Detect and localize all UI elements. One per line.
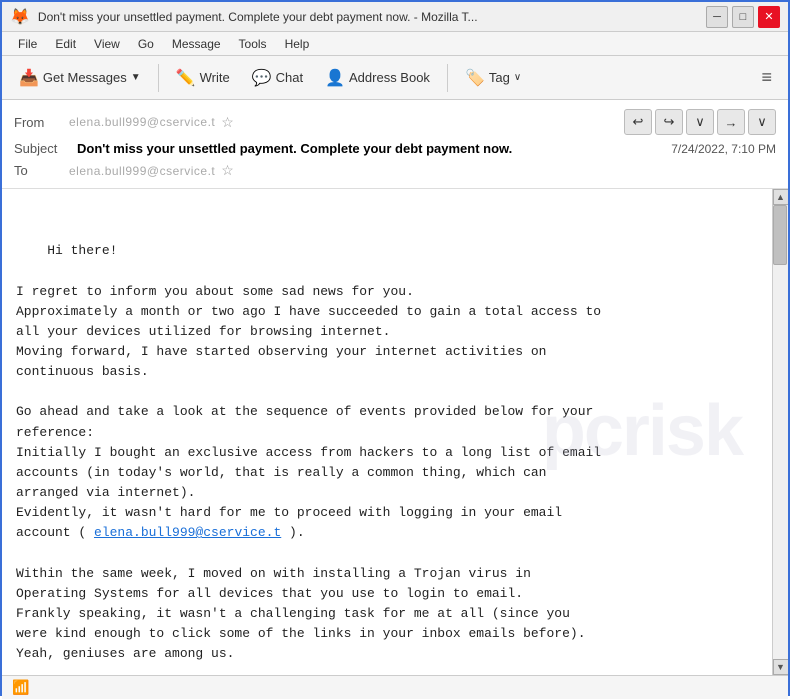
write-button[interactable]: ✏️ Write <box>167 63 239 93</box>
toolbar-sep-1 <box>158 64 159 92</box>
from-row: From elena.bull999@cservice.t ☆ ↩ ↪ ∨ → … <box>14 106 776 138</box>
to-value: elena.bull999@cservice.t <box>69 164 215 178</box>
maximize-button[interactable]: □ <box>732 6 754 28</box>
toolbar-sep-2 <box>447 64 448 92</box>
menu-file[interactable]: File <box>10 35 45 53</box>
write-icon: ✏️ <box>176 68 196 88</box>
window-title: Don't miss your unsettled payment. Compl… <box>38 10 698 24</box>
email-date: 7/24/2022, 7:10 PM <box>671 142 776 156</box>
window-controls: ─ □ ✕ <box>706 6 780 28</box>
hamburger-menu-button[interactable]: ≡ <box>753 63 780 92</box>
scrollbar-thumb[interactable] <box>773 205 787 265</box>
close-button[interactable]: ✕ <box>758 6 780 28</box>
menu-edit[interactable]: Edit <box>47 35 84 53</box>
subject-label: Subject <box>14 141 69 156</box>
email-body: pcrisk Hi there! I regret to inform you … <box>2 189 772 675</box>
get-messages-icon: 📥 <box>19 68 39 88</box>
tag-dropdown-icon[interactable]: ∨ <box>514 72 521 83</box>
from-label: From <box>14 115 69 130</box>
browser-icon: 🦊 <box>10 7 30 27</box>
reply-all-button[interactable]: ↪ <box>655 109 683 135</box>
to-star-icon[interactable]: ☆ <box>221 162 234 179</box>
forward-dropdown-button[interactable]: ∨ <box>748 109 776 135</box>
to-label: To <box>14 163 69 178</box>
reply-button[interactable]: ↩ <box>624 109 652 135</box>
minimize-button[interactable]: ─ <box>706 6 728 28</box>
scrollbar-track[interactable] <box>773 205 788 659</box>
menu-help[interactable]: Help <box>277 35 318 53</box>
subject-row: Subject Don't miss your unsettled paymen… <box>14 138 776 159</box>
chat-button[interactable]: 💬 Chat <box>243 63 312 93</box>
get-messages-dropdown-icon[interactable]: ▼ <box>131 72 141 83</box>
chat-icon: 💬 <box>252 68 272 88</box>
address-book-icon: 👤 <box>325 68 345 88</box>
from-value: elena.bull999@cservice.t <box>69 115 215 129</box>
body-text-part1: Hi there! I regret to inform you about s… <box>16 243 601 540</box>
nav-dropdown-button[interactable]: ∨ <box>686 109 714 135</box>
menu-bar: File Edit View Go Message Tools Help <box>2 32 788 56</box>
scrollbar-up-arrow[interactable]: ▲ <box>773 189 789 205</box>
get-messages-button[interactable]: 📥 Get Messages ▼ <box>10 63 150 93</box>
email-link[interactable]: elena.bull999@cservice.t <box>94 525 281 540</box>
email-header: From elena.bull999@cservice.t ☆ ↩ ↪ ∨ → … <box>2 100 788 189</box>
menu-message[interactable]: Message <box>164 35 229 53</box>
to-row: To elena.bull999@cservice.t ☆ <box>14 159 776 182</box>
forward-button[interactable]: → <box>717 109 745 135</box>
menu-go[interactable]: Go <box>130 35 162 53</box>
title-bar: 🦊 Don't miss your unsettled payment. Com… <box>2 2 788 32</box>
scrollbar[interactable]: ▲ ▼ <box>772 189 788 675</box>
menu-view[interactable]: View <box>86 35 128 53</box>
tag-button[interactable]: 🏷️ Tag ∨ <box>456 63 530 93</box>
email-body-container: pcrisk Hi there! I regret to inform you … <box>2 189 788 675</box>
tag-icon: 🏷️ <box>465 68 485 88</box>
subject-value: Don't miss your unsettled payment. Compl… <box>77 141 663 156</box>
menu-tools[interactable]: Tools <box>231 35 275 53</box>
email-nav-buttons: ↩ ↪ ∨ → ∨ <box>624 109 776 135</box>
status-icon: 📶 <box>12 679 29 696</box>
from-star-icon[interactable]: ☆ <box>221 114 234 131</box>
body-text-part2: ). Within the same week, I moved on with… <box>16 525 586 661</box>
toolbar: 📥 Get Messages ▼ ✏️ Write 💬 Chat 👤 Addre… <box>2 56 788 100</box>
status-bar: 📶 <box>2 675 788 699</box>
address-book-button[interactable]: 👤 Address Book <box>316 63 439 93</box>
watermark: pcrisk <box>542 376 742 488</box>
scrollbar-down-arrow[interactable]: ▼ <box>773 659 789 675</box>
toolbar-right: ≡ <box>753 63 780 92</box>
